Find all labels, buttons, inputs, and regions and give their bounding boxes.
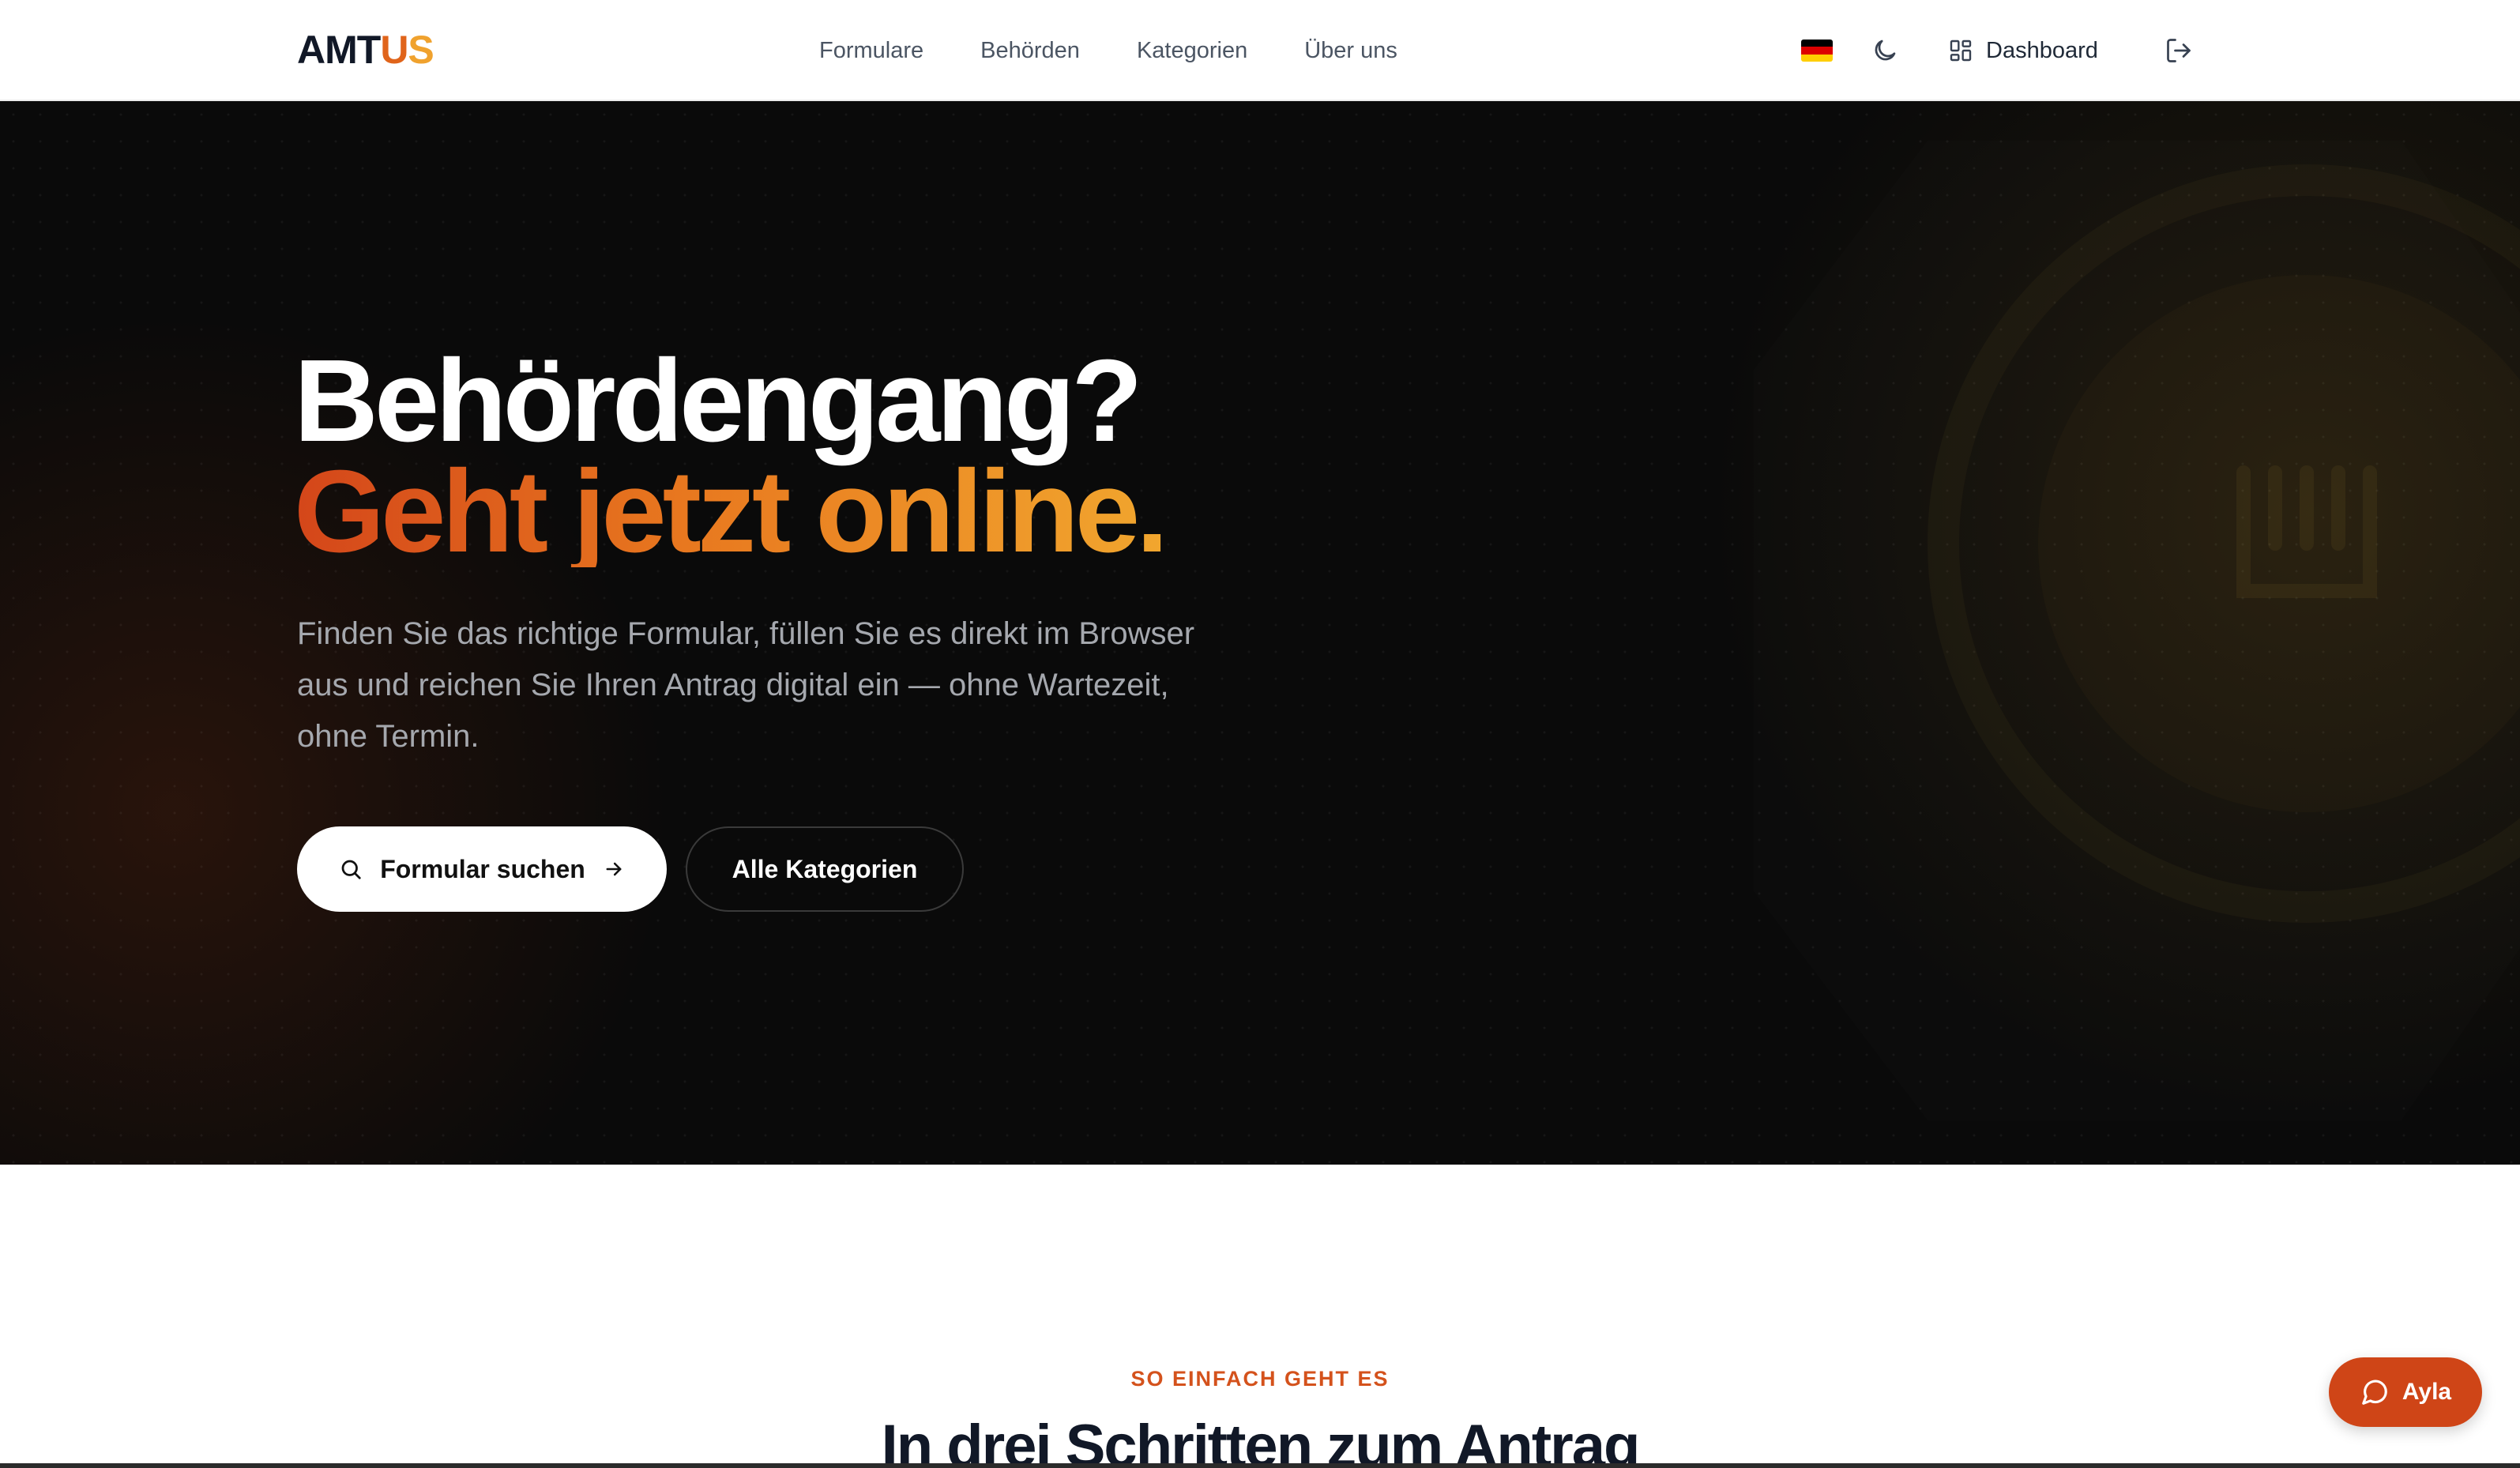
hero-section: Behördengang? Geht jetzt online. Finden … — [0, 101, 2520, 1165]
nav-item-ueber-uns[interactable]: Über uns — [1304, 32, 1397, 70]
hero-headline: Behördengang? Geht jetzt online. — [294, 336, 1168, 577]
all-categories-button[interactable]: Alle Kategorien — [686, 826, 964, 912]
logout-icon[interactable] — [2165, 36, 2193, 65]
nav-item-kategorien[interactable]: Kategorien — [1137, 32, 1247, 70]
amtus-logo[interactable]: AMT U S — [297, 28, 434, 71]
logo-text-s: S — [408, 28, 434, 72]
arrow-right-icon — [606, 862, 622, 876]
search-icon — [341, 860, 361, 879]
nav-item-behoerden[interactable]: Behörden — [980, 32, 1080, 70]
dashboard-button[interactable]: Dashboard — [1948, 32, 2098, 70]
hero-subtext: Finden Sie das richtige Formular, füllen… — [297, 616, 1195, 754]
all-categories-button-label: Alle Kategorien — [732, 854, 918, 883]
search-form-button[interactable]: Formular suchen — [297, 826, 667, 912]
main-nav: Formulare Behörden Kategorien Über uns — [819, 32, 1397, 70]
grid-icon — [1950, 40, 1972, 62]
logo-text-amt: AMT — [297, 28, 381, 72]
app-root: AMT U S Formulare Behörden Kategorien Über… — [0, 0, 2520, 1468]
search-form-button-label: Formular suchen — [380, 854, 585, 883]
hero-headline-line2: Geht jetzt online. — [294, 446, 1168, 577]
bottom-divider — [0, 1463, 2520, 1468]
dashboard-label: Dashboard — [1986, 37, 2098, 63]
chat-bubble-icon — [2362, 1380, 2387, 1405]
moon-icon[interactable] — [1871, 36, 1899, 65]
steps-eyebrow: SO EINFACH GEHT ES — [1130, 1367, 1390, 1391]
top-header: AMT U S Formulare Behörden Kategorien Über… — [0, 0, 2520, 101]
steps-section-title: In drei Schritten zum Antrag — [881, 1413, 1641, 1468]
hero-decorative-emblem — [1928, 164, 2520, 923]
germany-flag-icon[interactable] — [1801, 40, 1833, 62]
nav-item-formulare[interactable]: Formulare — [819, 32, 923, 70]
ayla-chat-label: Ayla — [2402, 1379, 2452, 1405]
ayla-chat-button[interactable]: Ayla — [2329, 1357, 2482, 1427]
hero-headline-line1: Behördengang? — [294, 336, 1143, 466]
logo-text-u: U — [380, 28, 408, 72]
